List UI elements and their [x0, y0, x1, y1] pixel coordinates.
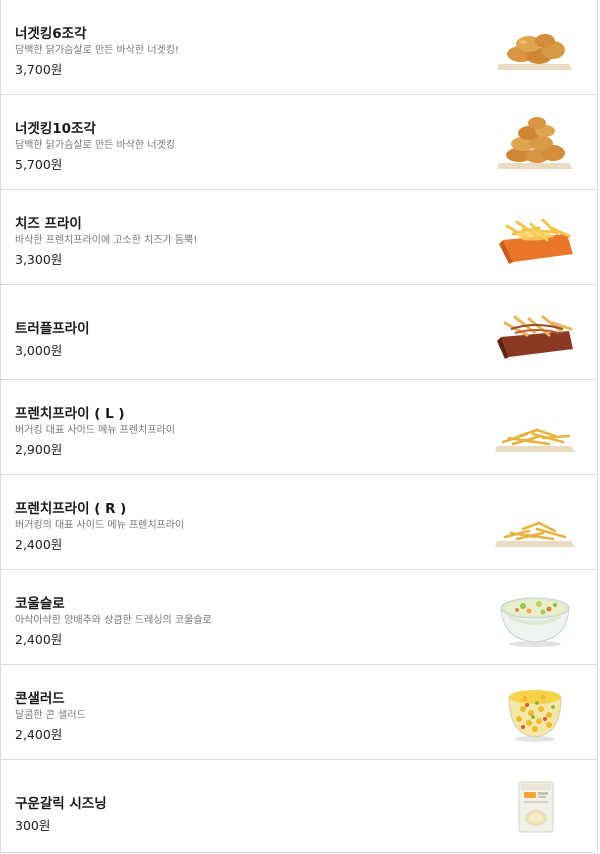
item-description: 달콤한 콘 샐러드 [15, 710, 86, 721]
item-name: 치즈 프라이 [15, 216, 82, 232]
corn-salad-image[interactable] [493, 679, 577, 745]
item-name: 프렌치프라이 ( L ) [15, 406, 125, 422]
menu-list: 너겟킹6조각 담백한 닭가슴살로 만든 바삭한 너겟킹! 3,700원 너겟킹1… [0, 0, 598, 853]
menu-item-garlic-seasoning[interactable]: 구운갈릭 시즈닝 300원 [1, 760, 597, 853]
item-description: 담백한 닭가슴살로 만든 바삭한 너겟킹! [15, 45, 179, 56]
truffle-fries-image[interactable] [493, 299, 577, 365]
item-price: 2,400원 [15, 537, 63, 552]
french-fries-regular-image[interactable] [493, 489, 577, 555]
menu-item-cheese-fries[interactable]: 치즈 프라이 바삭한 프렌치프라이에 고소한 치즈가 듬뿍! 3,300원 [1, 190, 597, 285]
item-price: 3,000원 [15, 343, 63, 358]
item-description: 아삭아삭한 양배추와 상큼한 드레싱의 코울슬로 [15, 615, 212, 626]
menu-item-truffle-fries[interactable]: 트러플프라이 3,000원 [1, 285, 597, 380]
menu-item-nuggets-6[interactable]: 너겟킹6조각 담백한 닭가슴살로 만든 바삭한 너겟킹! 3,700원 [1, 0, 597, 95]
nuggets-6-image[interactable] [493, 14, 577, 80]
item-name: 코울슬로 [15, 596, 65, 612]
item-price: 3,700원 [15, 62, 63, 77]
item-price: 2,400원 [15, 727, 63, 742]
item-price: 300원 [15, 818, 51, 833]
menu-item-french-fries-large[interactable]: 프렌치프라이 ( L ) 버거킹 대표 사이드 메뉴 프렌치프라이 2,900원 [1, 380, 597, 475]
item-description: 바삭한 프렌치프라이에 고소한 치즈가 듬뿍! [15, 235, 198, 246]
coleslaw-image[interactable] [493, 584, 577, 650]
item-name: 콘샐러드 [15, 691, 65, 707]
menu-item-corn-salad[interactable]: 콘샐러드 달콤한 콘 샐러드 2,400원 [1, 665, 597, 760]
menu-item-french-fries-regular[interactable]: 프렌치프라이 ( R ) 버거킹의 대표 사이드 메뉴 프렌치프라이 2,400… [1, 475, 597, 570]
item-name: 너겟킹6조각 [15, 26, 87, 42]
item-price: 3,300원 [15, 252, 63, 267]
item-name: 프렌치프라이 ( R ) [15, 501, 127, 517]
menu-item-coleslaw[interactable]: 코울슬로 아삭아삭한 양배추와 상큼한 드레싱의 코울슬로 2,400원 [1, 570, 597, 665]
garlic-seasoning-image[interactable] [493, 774, 577, 840]
menu-item-nuggets-10[interactable]: 너겟킹10조각 담백한 닭가슴살로 만든 바삭한 너겟킹 5,700원 [1, 95, 597, 190]
item-description: 버거킹 대표 사이드 메뉴 프렌치프라이 [15, 425, 175, 436]
item-name: 너겟킹10조각 [15, 121, 96, 137]
nuggets-10-image[interactable] [493, 109, 577, 175]
item-name: 트러플프라이 [15, 321, 90, 337]
item-name: 구운갈릭 시즈닝 [15, 796, 107, 812]
item-price: 5,700원 [15, 157, 63, 172]
item-price: 2,400원 [15, 632, 63, 647]
item-description: 담백한 닭가슴살로 만든 바삭한 너겟킹 [15, 140, 175, 151]
item-description: 버거킹의 대표 사이드 메뉴 프렌치프라이 [15, 520, 185, 531]
cheese-fries-image[interactable] [493, 204, 577, 270]
french-fries-large-image[interactable] [493, 394, 577, 460]
item-price: 2,900원 [15, 442, 63, 457]
